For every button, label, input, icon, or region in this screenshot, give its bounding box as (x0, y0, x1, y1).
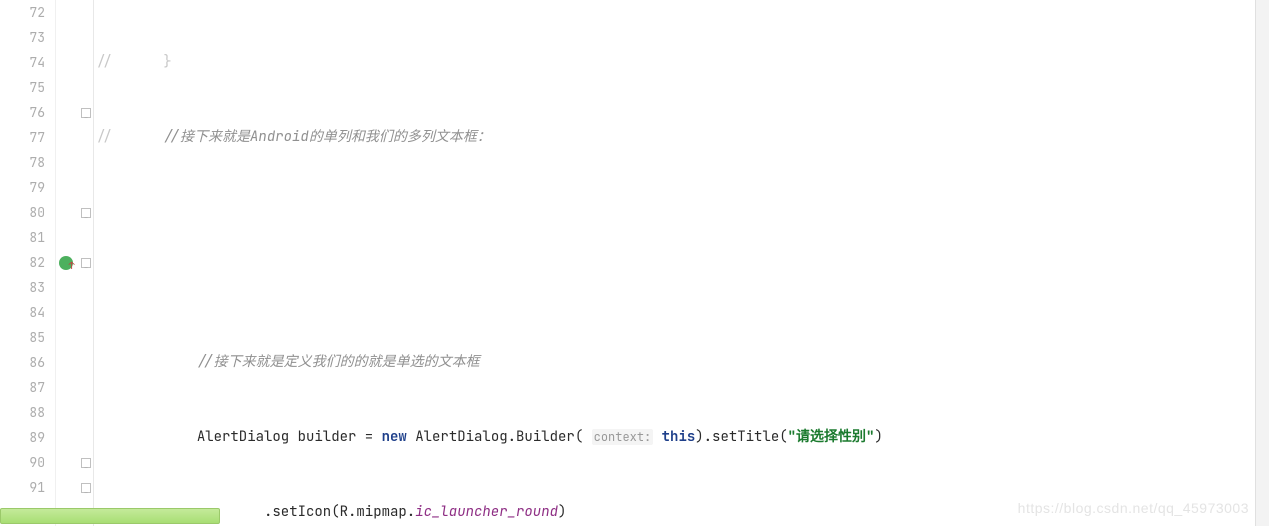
line-number[interactable]: 82 (0, 250, 45, 275)
line-number[interactable]: 83 (0, 275, 45, 300)
fold-toggle-icon[interactable] (81, 108, 91, 118)
gutter-markers (56, 0, 94, 526)
line-number[interactable]: 73 (0, 25, 45, 50)
status-indicator (0, 508, 220, 524)
line-number[interactable]: 90 (0, 450, 45, 475)
line-number[interactable]: 76 (0, 100, 45, 125)
line-number[interactable]: 74 (0, 50, 45, 75)
fold-toggle-icon[interactable] (81, 483, 91, 493)
line-number[interactable]: 85 (0, 325, 45, 350)
code-editor: 72 73 74 75 76 77 78 79 80 81 82 83 84 8… (0, 0, 1269, 526)
code-line: // } (94, 50, 1269, 75)
line-number[interactable]: 91 (0, 475, 45, 500)
line-number[interactable]: 88 (0, 400, 45, 425)
line-number[interactable]: 86 (0, 350, 45, 375)
code-line (94, 200, 1269, 225)
code-text-area[interactable]: // } // //接下来就是Android的单列和我们的多列文本框： //接下… (94, 0, 1269, 526)
line-number[interactable]: 77 (0, 125, 45, 150)
line-number[interactable]: 81 (0, 225, 45, 250)
fold-toggle-icon[interactable] (81, 258, 91, 268)
fold-toggle-icon[interactable] (81, 208, 91, 218)
line-number[interactable]: 79 (0, 175, 45, 200)
watermark-text: https://blog.csdn.net/qq_45973003 (1018, 500, 1249, 516)
line-number[interactable]: 84 (0, 300, 45, 325)
code-line: //接下来就是定义我们的的就是单选的文本框 (94, 350, 1269, 375)
line-number[interactable]: 75 (0, 75, 45, 100)
line-number[interactable]: 89 (0, 425, 45, 450)
code-line (94, 275, 1269, 300)
code-line: AlertDialog builder = new AlertDialog.Bu… (94, 425, 1269, 450)
vertical-scrollbar[interactable] (1255, 0, 1269, 526)
fold-toggle-icon[interactable] (81, 458, 91, 468)
line-number-gutter: 72 73 74 75 76 77 78 79 80 81 82 83 84 8… (0, 0, 56, 526)
line-number[interactable]: 80 (0, 200, 45, 225)
code-line: // //接下来就是Android的单列和我们的多列文本框： (94, 125, 1269, 150)
line-number[interactable]: 87 (0, 375, 45, 400)
override-gutter-icon[interactable] (59, 256, 73, 270)
line-number[interactable]: 72 (0, 0, 45, 25)
line-number[interactable]: 78 (0, 150, 45, 175)
